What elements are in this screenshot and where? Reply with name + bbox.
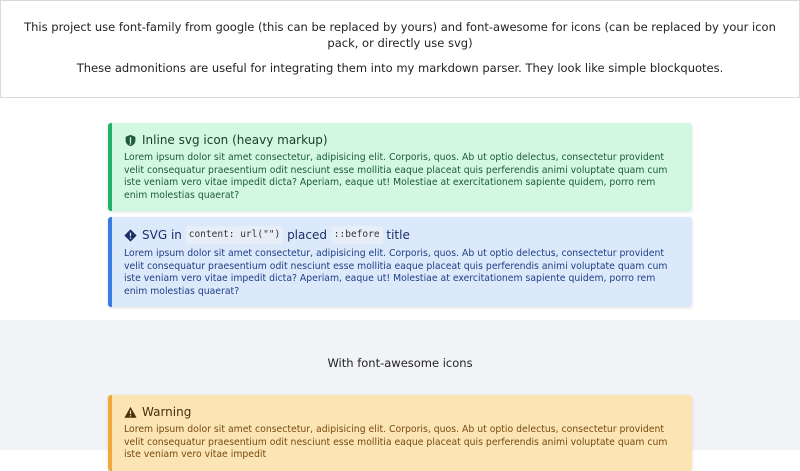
intro-line-1: This project use font-family from google… [24, 20, 776, 50]
diamond-info-icon [124, 228, 137, 242]
title-code-before: ::before [330, 226, 383, 244]
admonition-title: Warning [124, 404, 680, 420]
admonition-title-text: Inline svg icon (heavy markup) [142, 133, 328, 147]
admonition-info: SVG in content: url("") placed ::before … [108, 217, 692, 308]
admonition-body: Lorem ipsum dolor sit amet consectetur, … [124, 424, 668, 461]
admonition-title: SVG in content: url("") placed ::before … [124, 226, 680, 244]
svg-icons-section: Inline svg icon (heavy markup) Lorem ips… [0, 98, 800, 320]
title-text-mid: placed [287, 228, 327, 242]
shield-icon [124, 134, 137, 147]
admonition-body: Lorem ipsum dolor sit amet consectetur, … [124, 248, 668, 297]
admonition-title: Inline svg icon (heavy markup) [124, 132, 680, 148]
title-text-post: title [386, 228, 410, 242]
admonition-success: Inline svg icon (heavy markup) Lorem ips… [108, 123, 692, 212]
admonition-warning: Warning Lorem ipsum dolor sit amet conse… [108, 395, 692, 471]
section-title: With font-awesome icons [327, 356, 473, 370]
admonition-title-text: Warning [142, 405, 192, 419]
admonition-body: Lorem ipsum dolor sit amet consectetur, … [124, 152, 668, 201]
intro-header: This project use font-family from google… [0, 0, 800, 98]
title-text-pre: SVG in [142, 228, 182, 242]
intro-line-2: These admonitions are useful for integra… [76, 61, 724, 75]
warning-triangle-icon [124, 406, 137, 419]
font-awesome-section: With font-awesome icons Warning Lorem ip… [0, 320, 800, 471]
title-code-content-url: content: url("") [185, 226, 284, 244]
